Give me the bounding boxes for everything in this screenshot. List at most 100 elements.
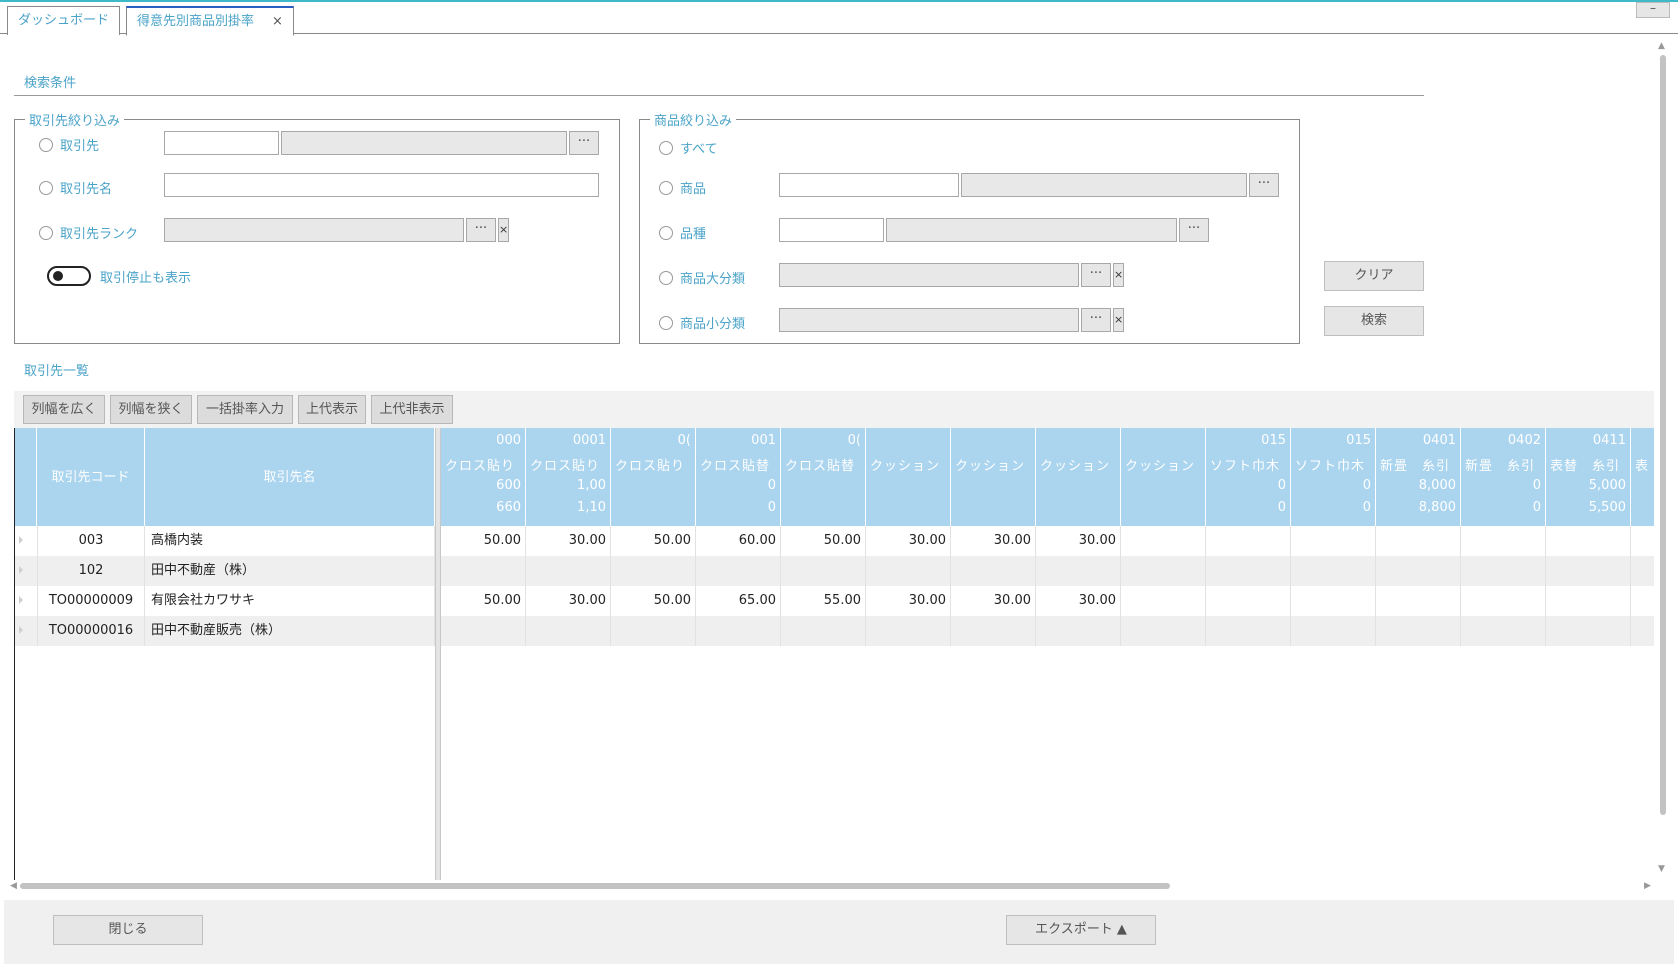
customer-code-input[interactable] — [164, 131, 279, 155]
table-row[interactable]: TO00000009 有限会社カワサキ 50.00 30.00 50.00 65.00 55… — [15, 586, 1654, 616]
cell-rate[interactable]: 50.00 — [611, 526, 696, 556]
cell-rate[interactable] — [1461, 526, 1546, 556]
cell-rate[interactable] — [1631, 586, 1654, 616]
cell-customer-name[interactable]: 高橋内装 — [145, 526, 435, 556]
tab-close-icon[interactable]: × — [272, 14, 283, 29]
cell-rate[interactable] — [1376, 556, 1461, 586]
customer-radio[interactable] — [39, 137, 53, 152]
export-button[interactable]: エクスポート ▲ — [1006, 915, 1156, 945]
cell-rate[interactable] — [1461, 616, 1546, 646]
horizontal-scrollbar[interactable] — [20, 883, 1170, 889]
minor-category-radio-row[interactable]: 商品小分類 — [659, 313, 745, 332]
cell-rate[interactable] — [1121, 526, 1206, 556]
cell-rate[interactable]: 65.00 — [696, 586, 781, 616]
show-retail-price-button[interactable]: 上代表示 — [298, 395, 366, 424]
major-category-lookup-button[interactable]: ··· — [1081, 263, 1111, 287]
cell-rate[interactable]: 60.00 — [696, 526, 781, 556]
cell-rate[interactable]: 30.00 — [951, 526, 1036, 556]
header-customer-code[interactable]: 取引先コード — [37, 428, 145, 526]
cell-rate[interactable]: 30.00 — [1036, 586, 1121, 616]
product-lookup-button[interactable]: ··· — [1249, 173, 1279, 197]
cell-rate[interactable] — [781, 616, 866, 646]
header-product-column[interactable]: 0402 新畳 糸引 0 0 — [1461, 428, 1546, 526]
cell-rate[interactable]: 50.00 — [441, 526, 526, 556]
tab-dashboard[interactable]: ダッシュボード — [7, 6, 121, 35]
scroll-up-icon[interactable]: ▲ — [1658, 41, 1665, 51]
cell-rate[interactable] — [1206, 526, 1291, 556]
show-suspended-toggle[interactable] — [47, 266, 91, 286]
header-product-column[interactable]: 015 ソフト巾木 0 0 — [1206, 428, 1291, 526]
cell-customer-name[interactable]: 田中不動産販売（株） — [145, 616, 435, 646]
cell-rate[interactable]: 30.00 — [866, 526, 951, 556]
major-category-radio-row[interactable]: 商品大分類 — [659, 268, 745, 287]
cell-rate[interactable] — [441, 556, 526, 586]
header-product-column[interactable]: クッション — [1036, 428, 1121, 526]
cell-rate[interactable] — [1631, 526, 1654, 556]
cell-rate[interactable] — [611, 616, 696, 646]
cell-rate[interactable] — [696, 616, 781, 646]
cell-customer-code[interactable]: 003 — [37, 526, 145, 556]
major-category-clear-button[interactable]: × — [1113, 263, 1124, 287]
cell-rate[interactable] — [1206, 616, 1291, 646]
cell-rate[interactable] — [1461, 586, 1546, 616]
cell-rate[interactable] — [1036, 556, 1121, 586]
header-product-column[interactable]: 0(クロス貼替 — [781, 428, 866, 526]
vertical-scrollbar[interactable] — [1660, 55, 1666, 815]
cell-customer-code[interactable]: TO00000009 — [37, 586, 145, 616]
cell-rate[interactable] — [1291, 556, 1376, 586]
cell-rate[interactable] — [1461, 556, 1546, 586]
cell-rate[interactable] — [1546, 556, 1631, 586]
cell-rate[interactable] — [1376, 586, 1461, 616]
cell-rate[interactable] — [526, 556, 611, 586]
frozen-column-splitter[interactable] — [435, 428, 441, 880]
cell-rate[interactable] — [951, 616, 1036, 646]
cell-rate[interactable] — [441, 616, 526, 646]
cell-rate[interactable]: 30.00 — [1036, 526, 1121, 556]
header-product-column[interactable]: 000 クロス貼り 600 660 — [441, 428, 526, 526]
header-product-column[interactable]: 0001 クロス貼り 1,00 1,10 — [526, 428, 611, 526]
cell-rate[interactable] — [1121, 586, 1206, 616]
cell-rate[interactable]: 50.00 — [781, 526, 866, 556]
tab-customer-product-rate[interactable]: 得意先別商品別掛率 × — [126, 6, 294, 36]
product-radio-row[interactable]: 商品 — [659, 178, 706, 197]
cell-rate[interactable] — [1291, 526, 1376, 556]
customer-name-radio[interactable] — [39, 180, 53, 195]
cell-rate[interactable] — [1546, 616, 1631, 646]
cell-rate[interactable] — [866, 556, 951, 586]
customer-rank-radio[interactable] — [39, 225, 53, 240]
major-category-radio[interactable] — [659, 270, 673, 285]
table-row[interactable]: TO00000016 田中不動産販売（株） — [15, 616, 1654, 646]
cell-rate[interactable] — [1546, 526, 1631, 556]
cell-rate[interactable] — [1206, 556, 1291, 586]
cell-rate[interactable] — [611, 556, 696, 586]
customer-lookup-button[interactable]: ··· — [569, 131, 599, 155]
hide-retail-price-button[interactable]: 上代非表示 — [371, 395, 453, 424]
customer-rank-clear-button[interactable]: × — [498, 218, 509, 242]
customer-name-radio-row[interactable]: 取引先名 — [39, 178, 112, 197]
clear-button[interactable]: クリア — [1324, 261, 1424, 291]
variety-code-input[interactable] — [779, 218, 884, 242]
header-product-column[interactable]: 001 クロス貼替 0 0 — [696, 428, 781, 526]
close-button[interactable]: 閉じる — [53, 915, 203, 945]
scroll-left-icon[interactable]: ◀ — [10, 881, 17, 891]
minor-category-lookup-button[interactable]: ··· — [1081, 308, 1111, 332]
cell-customer-code[interactable]: 102 — [37, 556, 145, 586]
narrow-columns-button[interactable]: 列幅を狭く — [110, 395, 192, 424]
header-product-column[interactable]: クッション — [951, 428, 1036, 526]
header-product-column[interactable]: 0(クロス貼り — [611, 428, 696, 526]
product-radio[interactable] — [659, 180, 673, 195]
cell-rate[interactable]: 30.00 — [951, 586, 1036, 616]
header-product-column[interactable]: クッション — [866, 428, 951, 526]
cell-rate[interactable] — [1036, 616, 1121, 646]
header-customer-name[interactable]: 取引先名 — [145, 428, 435, 526]
variety-radio[interactable] — [659, 225, 673, 240]
cell-rate[interactable]: 30.00 — [526, 526, 611, 556]
cell-rate[interactable] — [1376, 616, 1461, 646]
header-product-column[interactable]: クッション — [1121, 428, 1206, 526]
customer-name-input[interactable] — [164, 173, 599, 197]
minimize-button[interactable]: – — [1636, 2, 1670, 18]
search-button[interactable]: 検索 — [1324, 306, 1424, 336]
cell-rate[interactable] — [1291, 616, 1376, 646]
cell-rate[interactable] — [1121, 556, 1206, 586]
table-row[interactable]: 102 田中不動産（株） — [15, 556, 1654, 586]
